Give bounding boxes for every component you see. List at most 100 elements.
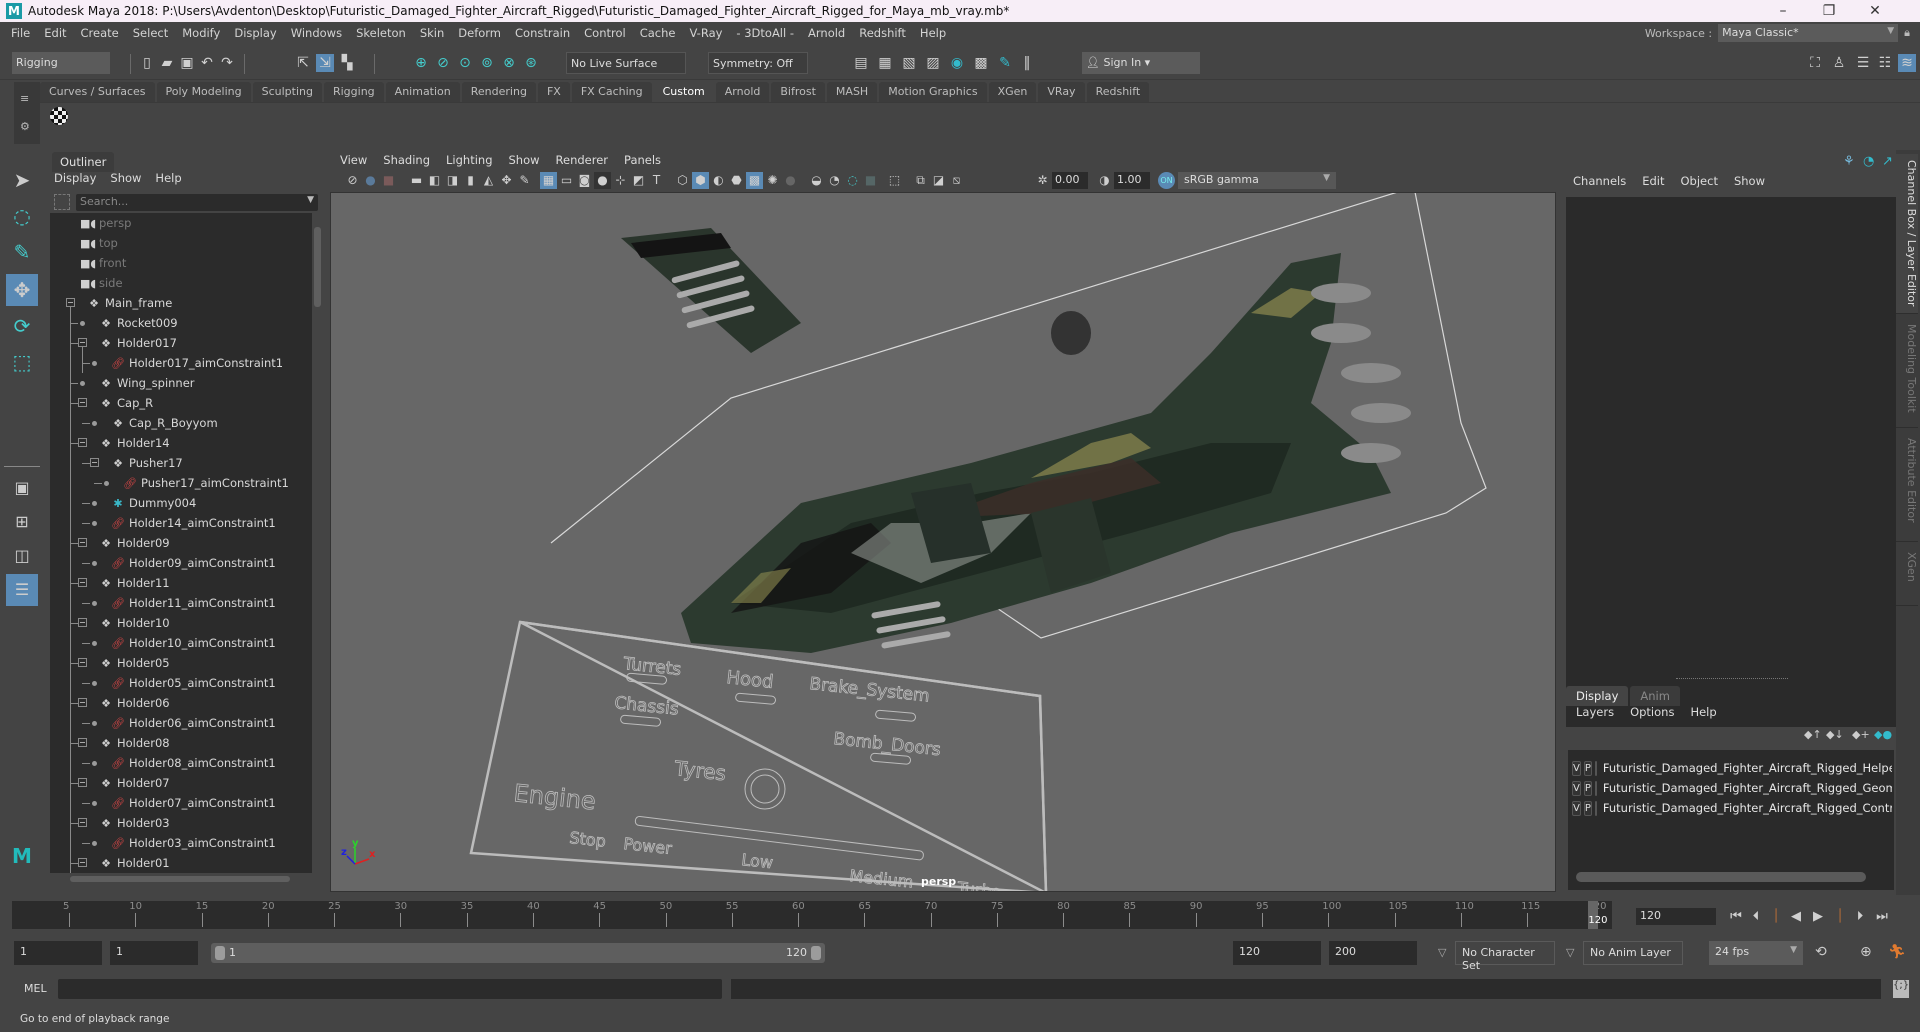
loop-icon[interactable]: ⟲ [1815, 944, 1827, 960]
lasso-tool-icon[interactable]: ◌ [6, 200, 38, 232]
expand-toggle[interactable] [78, 578, 87, 587]
xray-icon[interactable]: ⧉ [912, 172, 929, 189]
wireframe-on-shaded-icon[interactable]: ⬣ [728, 172, 745, 189]
attribute-editor-icon[interactable]: ☰ [1854, 54, 1872, 72]
image-plane-icon[interactable]: ◭ [480, 172, 497, 189]
channel-box-menu-channels[interactable]: Channels [1573, 174, 1626, 188]
shelf-tab-vray[interactable]: VRay [1038, 82, 1085, 102]
outliner-item[interactable]: ❖ Holder01 [98, 853, 170, 873]
pause-viewport-icon[interactable]: ‖ [1018, 54, 1036, 72]
outliner-item[interactable]: ❖ Holder07 [98, 773, 170, 793]
expand-toggle[interactable] [78, 538, 87, 547]
menu-deform[interactable]: Deform [451, 26, 508, 40]
select-component-icon[interactable]: ▚ [338, 54, 356, 72]
layer-row[interactable]: V P Futuristic_Damaged_Fighter_Aircraft_Ri… [1572, 798, 1892, 818]
visibility-toggle[interactable]: V [1572, 780, 1581, 796]
end-time-field[interactable]: 200 [1329, 941, 1417, 965]
symmetry-dropdown[interactable]: Symmetry: Off [708, 52, 808, 74]
expand-toggle[interactable] [78, 698, 87, 707]
paint-select-icon[interactable]: ✎ [6, 236, 38, 268]
menu-edit[interactable]: Edit [37, 26, 73, 40]
outliner-item[interactable]: ❖ Holder06 [98, 693, 170, 713]
render-frame-icon[interactable]: ▦ [876, 54, 894, 72]
select-hierarchy-icon[interactable]: ⇱ [294, 54, 312, 72]
shelf-tab-redshift[interactable]: Redshift [1086, 82, 1150, 102]
play-forwards-button[interactable]: ▶ [1810, 908, 1826, 926]
playback-toggle[interactable]: P [1583, 760, 1592, 776]
shelf-tab-curves-surfaces[interactable]: Curves / Surfaces [40, 82, 155, 102]
outliner-item[interactable]: 🔗︎ Holder06_aimConstraint1 [110, 713, 276, 733]
outliner-item[interactable]: ❖ Holder05 [98, 653, 170, 673]
snap-point-icon[interactable]: ⊙ [456, 54, 474, 72]
menu-modify[interactable]: Modify [175, 26, 227, 40]
outliner-search-input[interactable]: Search... [76, 194, 318, 211]
gate-mask-icon[interactable]: ● [594, 172, 611, 189]
play-backwards-button[interactable]: ◀ [1788, 908, 1804, 926]
command-input[interactable] [58, 979, 722, 999]
current-frame-field[interactable]: 120 [1636, 908, 1716, 925]
camera-icon[interactable]: ▬ [408, 172, 425, 189]
snap-vertex-icon[interactable]: ⊛ [522, 54, 540, 72]
grid-icon[interactable]: ▦ [540, 172, 557, 189]
shelf-tab-custom[interactable]: Custom [653, 82, 714, 102]
depth-of-field-icon[interactable]: ■ [862, 172, 879, 189]
render-view-icon[interactable]: ▤ [852, 54, 870, 72]
animation-preferences-icon[interactable]: 🏃︎ [1888, 944, 1906, 960]
menu-v-ray[interactable]: V-Ray [682, 26, 729, 40]
new-layer-selected-icon[interactable]: ◆● [1874, 728, 1892, 741]
open-scene-icon[interactable]: ▰ [158, 54, 176, 72]
range-start-handle[interactable] [215, 946, 225, 960]
playback-toggle[interactable]: P [1583, 780, 1592, 796]
outliner-menu-display[interactable]: Display [54, 171, 96, 185]
go-to-start-button[interactable]: ⏮ [1728, 908, 1744, 926]
hypershade-icon[interactable]: ◉ [948, 54, 966, 72]
camera-attributes-icon[interactable]: ● [362, 172, 379, 189]
menu-control[interactable]: Control [577, 26, 633, 40]
menu-select[interactable]: Select [126, 26, 175, 40]
outliner-item[interactable]: 🔗︎ Holder07_aimConstraint1 [110, 793, 276, 813]
go-to-end-button[interactable]: ⏭ [1874, 908, 1890, 926]
light-editor-icon[interactable]: ✎ [996, 54, 1014, 72]
outliner-item[interactable]: ❖ Holder14 [98, 433, 170, 453]
color-space-dropdown[interactable]: sRGB gamma ▼ [1178, 172, 1336, 189]
display-type-toggle[interactable] [1594, 800, 1597, 816]
outliner-item[interactable]: ❖ Cap_R [98, 393, 153, 413]
textured-icon[interactable]: ▩ [746, 172, 763, 189]
playback-start-field[interactable]: 1 [110, 941, 198, 965]
expand-toggle[interactable] [78, 778, 87, 787]
shelf-tab-motion-graphics[interactable]: Motion Graphics [879, 82, 987, 102]
expand-toggle[interactable] [90, 458, 99, 467]
shelf-tab-rigging[interactable]: Rigging [323, 82, 384, 102]
channel-box-menu-show[interactable]: Show [1734, 174, 1765, 188]
exposure-field[interactable]: 0.00 [1052, 172, 1088, 189]
viewport-menu-show[interactable]: Show [509, 153, 540, 167]
outliner-item[interactable]: ❖ Wing_spinner [98, 373, 194, 393]
select-camera-icon[interactable]: ⊘ [344, 172, 361, 189]
viewport-menu-panels[interactable]: Panels [624, 153, 661, 167]
single-perspective-layout-icon[interactable]: ▣ [6, 472, 38, 504]
layer-menu-layers[interactable]: Layers [1576, 705, 1614, 719]
anti-aliasing-icon[interactable]: ◌ [844, 172, 861, 189]
speed-icon[interactable]: ◔ [1863, 154, 1874, 169]
menuset-dropdown[interactable]: Rigging [12, 52, 110, 74]
outliner-item[interactable]: 🔗︎ Holder10_aimConstraint1 [110, 633, 276, 653]
shelf-tab-sculpting[interactable]: Sculpting [252, 82, 322, 102]
expand-toggle[interactable] [78, 438, 87, 447]
shadows-icon[interactable]: ● [782, 172, 799, 189]
side-tab-xgen[interactable]: XGen [1896, 546, 1918, 606]
display-type-toggle[interactable] [1594, 780, 1597, 796]
outliner-item[interactable]: ❖ Holder09 [98, 533, 170, 553]
range-end-handle[interactable] [811, 946, 821, 960]
outliner-item[interactable]: 🔗︎ Holder11_aimConstraint1 [110, 593, 276, 613]
outliner-layout-icon[interactable]: ☰ [6, 574, 38, 606]
visibility-toggle[interactable]: V [1572, 800, 1581, 816]
timeline-ruler[interactable]: 5 10 15 20 25 30 35 40 45 50 55 60 65 70 75 80 85 90 95 100… [12, 901, 1612, 929]
grease-pencil-icon[interactable]: ✎ [516, 172, 533, 189]
shelf-tab-poly-modeling[interactable]: Poly Modeling [156, 82, 251, 102]
outliner-item[interactable]: 🔗︎ Holder03_aimConstraint1 [110, 833, 276, 853]
snap-curve-icon[interactable]: ⊘ [434, 54, 452, 72]
shelf-tab-arnold[interactable]: Arnold [715, 82, 770, 102]
expand-toggle[interactable] [78, 338, 87, 347]
expand-toggle[interactable] [78, 818, 87, 827]
render-settings-icon[interactable]: ▨ [924, 54, 942, 72]
